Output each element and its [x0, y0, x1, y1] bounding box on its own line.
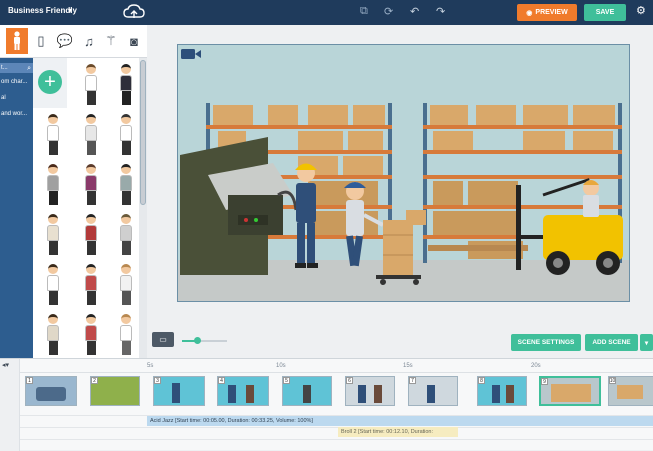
- scene-thumbnail[interactable]: 1: [25, 376, 77, 406]
- tab-media[interactable]: ◙: [123, 28, 145, 54]
- cloud-upload-icon[interactable]: [123, 3, 145, 21]
- ruler-tick: 5s: [147, 363, 154, 369]
- warehouse-scene-illustration: [178, 103, 629, 301]
- character-thumbnail[interactable]: [46, 114, 60, 156]
- character-thumbnail[interactable]: [84, 264, 98, 306]
- broll-track-clip[interactable]: Broll 2 [Start time: 00:12.10, Duration:: [338, 427, 458, 437]
- character-scrollbar[interactable]: [139, 58, 147, 358]
- scene-thumbnail[interactable]: 5: [282, 376, 332, 406]
- character-thumbnail[interactable]: [46, 214, 60, 256]
- screen-icon: ▭: [159, 335, 167, 344]
- undo-icon[interactable]: ↶: [410, 5, 419, 18]
- character-thumbnail[interactable]: [46, 264, 60, 306]
- zoom-slider[interactable]: [182, 337, 227, 344]
- tab-characters[interactable]: [6, 28, 28, 54]
- save-button[interactable]: SAVE: [584, 4, 626, 21]
- scene-thumbnail[interactable]: 3: [153, 376, 205, 406]
- ruler-tick: 15s: [403, 363, 413, 369]
- preview-button[interactable]: ◉ PREVIEW: [517, 4, 577, 21]
- scene-number: 5: [283, 377, 290, 384]
- magic-wand-icon: ⚚: [105, 33, 117, 48]
- scene-number: 8: [478, 377, 485, 384]
- scene-number: 4: [218, 377, 225, 384]
- scene-thumbnail[interactable]: 7: [408, 376, 458, 406]
- scene-thumbnail[interactable]: 10: [608, 376, 653, 406]
- scene-thumbnail[interactable]: 2: [90, 376, 140, 406]
- gear-icon[interactable]: ⚙: [636, 4, 646, 17]
- category-list: ⌕ t... om char... al and wor...: [0, 58, 33, 358]
- character-panel: +: [33, 58, 139, 358]
- eye-icon: ◉: [526, 9, 533, 17]
- scene-canvas[interactable]: [177, 44, 630, 302]
- scene-number: 3: [154, 377, 161, 384]
- tab-devices[interactable]: ▯: [30, 28, 52, 54]
- copy-icon[interactable]: ⧉: [360, 5, 368, 18]
- scene-number: 10: [609, 377, 616, 384]
- tab-music[interactable]: ♫: [78, 28, 100, 54]
- character-thumbnail[interactable]: [119, 214, 133, 256]
- scene-number: 6: [346, 377, 353, 384]
- scene-number: 9: [541, 378, 548, 385]
- category-item[interactable]: and wor...: [0, 109, 33, 119]
- scene-thumbnail[interactable]: 6: [345, 376, 395, 406]
- asset-tabs: ▯ 💬 ♫ ⚚ ◙: [0, 25, 147, 58]
- phone-icon: ▯: [37, 33, 45, 48]
- character-thumbnail[interactable]: [119, 314, 133, 356]
- audio-track-clip[interactable]: Acid Jazz [Start time: 00:05.00, Duratio…: [147, 416, 653, 426]
- character-thumbnail[interactable]: [46, 164, 60, 206]
- scene-thumbnail-selected[interactable]: 9: [539, 376, 601, 406]
- scene-thumbnail[interactable]: 8: [477, 376, 527, 406]
- stage-size-button[interactable]: ▭: [152, 332, 174, 347]
- character-thumbnail[interactable]: [119, 164, 133, 206]
- character-thumbnail[interactable]: [84, 114, 98, 156]
- character-thumbnail[interactable]: [84, 64, 98, 106]
- add-scene-dropdown[interactable]: ▾: [640, 334, 653, 351]
- character-icon: [14, 31, 20, 50]
- character-thumbnail[interactable]: [84, 314, 98, 356]
- scene-number: 1: [26, 377, 33, 384]
- chevron-down-icon[interactable]: ▾: [68, 6, 72, 15]
- music-note-icon: ♫: [84, 33, 94, 49]
- ruler-tick: 20s: [531, 363, 541, 369]
- search-icon[interactable]: ⌕: [27, 65, 31, 73]
- redo-icon[interactable]: ↷: [436, 5, 445, 18]
- project-title[interactable]: Business Friendly: [8, 6, 77, 15]
- industrial-machine: [180, 137, 298, 275]
- tab-effects[interactable]: ⚚: [100, 28, 122, 54]
- timeline-ruler[interactable]: 5s 10s 15s 20s: [20, 359, 653, 373]
- character-thumbnail[interactable]: [119, 114, 133, 156]
- character-thumbnail[interactable]: [84, 214, 98, 256]
- add-character-button[interactable]: +: [38, 70, 62, 94]
- character-thumbnail[interactable]: [46, 314, 60, 356]
- category-item[interactable]: al: [0, 93, 33, 103]
- tab-speech[interactable]: 💬: [54, 28, 76, 54]
- chevron-down-icon: ▾: [644, 339, 649, 347]
- add-scene-button[interactable]: ADD SCENE: [585, 334, 638, 351]
- timeline-gutter: ◂▾: [0, 359, 20, 451]
- scene-settings-button[interactable]: SCENE SETTINGS: [511, 334, 581, 351]
- character-thumbnail[interactable]: [119, 64, 133, 106]
- scene-number: 7: [409, 377, 416, 384]
- worker-hardhat: [295, 163, 318, 268]
- scene-number: 2: [91, 377, 98, 384]
- video-camera-icon[interactable]: [180, 47, 202, 61]
- speech-bubble-icon: 💬: [56, 33, 74, 48]
- zoom-slider-knob[interactable]: [194, 337, 201, 344]
- character-thumbnail[interactable]: [84, 164, 98, 206]
- category-item[interactable]: om char...: [0, 77, 33, 87]
- top-bar: Business Friendly ▾ ⧉ ⟳ ↶ ↷ ◉ PREVIEW SA…: [0, 0, 653, 25]
- ruler-tick: 10s: [276, 363, 286, 369]
- camera-icon: ◙: [130, 33, 138, 49]
- paste-icon[interactable]: ⟳: [384, 5, 393, 18]
- scene-thumbnail[interactable]: 4: [217, 376, 269, 406]
- preview-label: PREVIEW: [535, 9, 568, 16]
- character-thumbnail[interactable]: [119, 264, 133, 306]
- timeline-menu-icon[interactable]: ◂▾: [2, 361, 9, 369]
